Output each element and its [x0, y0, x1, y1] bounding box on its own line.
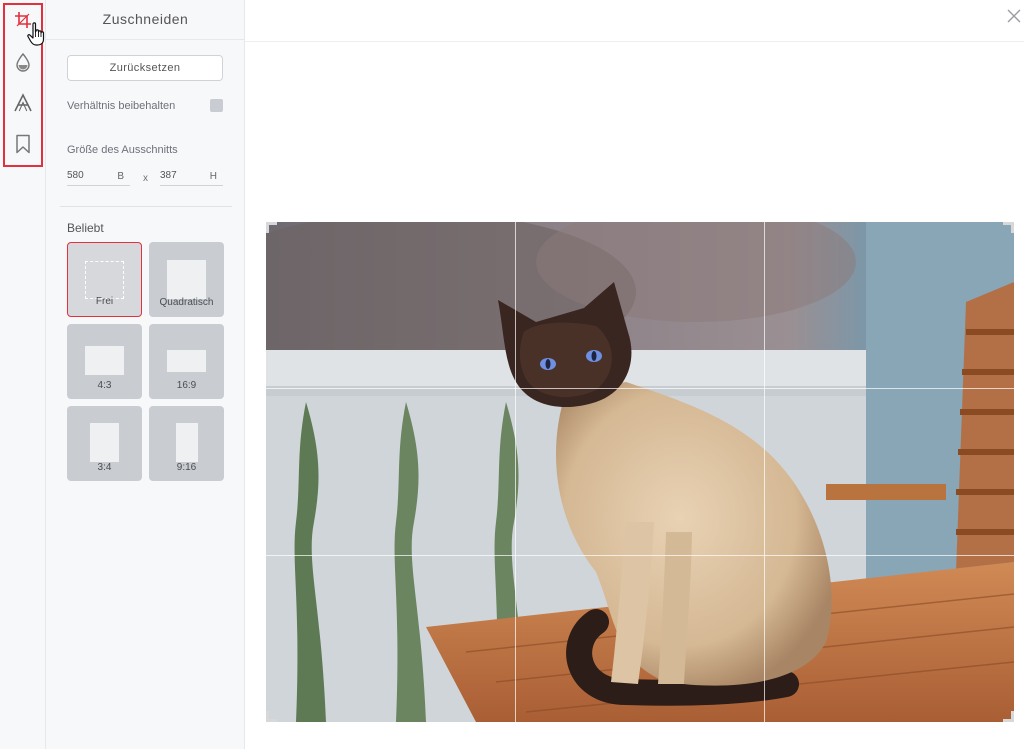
drop-icon [14, 52, 32, 72]
cat-photo [266, 222, 1014, 722]
reset-button[interactable]: Zurücksetzen [67, 55, 223, 81]
height-unit: H [209, 171, 217, 182]
grid-line-v1 [515, 222, 516, 722]
ratio-square-shape [167, 260, 206, 299]
panel-divider [60, 206, 232, 207]
width-field[interactable]: 580 B [67, 168, 130, 186]
height-field[interactable]: 387 H [160, 168, 223, 186]
crop-handle-top-left[interactable] [266, 222, 277, 233]
width-unit: B [117, 171, 124, 182]
text-a-icon [13, 93, 33, 113]
ratio-3-4-button[interactable]: 3:4 [67, 406, 142, 481]
height-value: 387 [160, 170, 177, 181]
keep-ratio-label: Verhältnis beibehalten [67, 100, 176, 112]
grid-line-v2 [764, 222, 765, 722]
ratio-free-shape [85, 261, 124, 299]
bookmark-tool-button[interactable] [11, 132, 35, 156]
header-divider [245, 41, 1024, 42]
close-icon[interactable] [1007, 9, 1021, 28]
text-tool-button[interactable] [11, 91, 35, 115]
width-value: 580 [67, 170, 84, 181]
size-separator: x [143, 173, 148, 184]
panel-title: Zuschneiden [46, 0, 245, 40]
ratio-9-16-label: 9:16 [176, 462, 197, 473]
ratio-4-3-shape [85, 346, 124, 375]
grid-line-h2 [266, 555, 1014, 556]
ratio-16-9-button[interactable]: 16:9 [149, 324, 224, 399]
ratio-free-button[interactable]: Frei [67, 242, 142, 317]
ratio-4-3-button[interactable]: 4:3 [67, 324, 142, 399]
ratio-square-button[interactable]: Quadratisch [149, 242, 224, 317]
ratio-3-4-shape [90, 423, 119, 462]
ratio-3-4-label: 3:4 [97, 462, 112, 473]
crop-panel: Zuschneiden Zurücksetzen Verhältnis beib… [46, 0, 245, 749]
hand-cursor-icon [27, 22, 47, 51]
crop-handle-bottom-left[interactable] [266, 711, 277, 722]
ratio-free-label: Frei [95, 296, 114, 307]
ratio-16-9-label: 16:9 [176, 380, 197, 391]
bookmark-icon [15, 134, 31, 154]
tool-rail [0, 0, 46, 749]
adjust-tool-button[interactable] [11, 50, 35, 74]
crop-handle-top-right[interactable] [1003, 222, 1014, 233]
grid-line-h1 [266, 388, 1014, 389]
crop-handle-bottom-right[interactable] [1003, 711, 1014, 722]
keep-ratio-checkbox[interactable] [210, 99, 223, 112]
ratio-9-16-button[interactable]: 9:16 [149, 406, 224, 481]
size-label: Größe des Ausschnitts [67, 144, 178, 156]
ratio-square-label: Quadratisch [159, 297, 214, 308]
popular-label: Beliebt [67, 221, 104, 235]
crop-image[interactable] [266, 222, 1014, 722]
ratio-16-9-shape [167, 350, 206, 372]
ratio-4-3-label: 4:3 [97, 380, 112, 391]
ratio-9-16-shape [176, 423, 198, 462]
